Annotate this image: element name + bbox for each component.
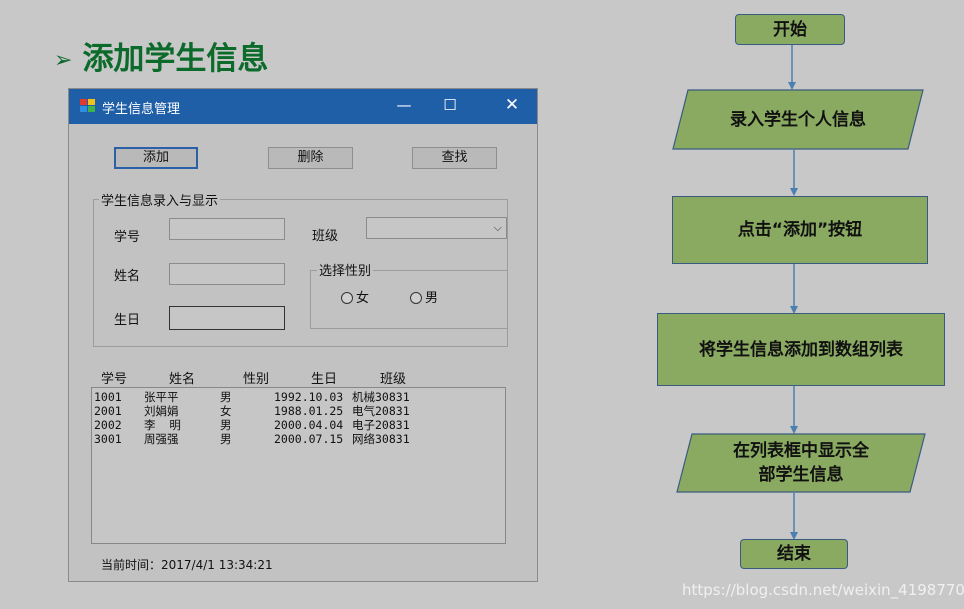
flow-add-to-array-node: 将学生信息添加到数组列表: [657, 313, 945, 386]
flow-end-node: 结束: [740, 539, 848, 569]
flow-display-node: 在列表框中显示全 部学生信息: [676, 433, 926, 493]
flow-input-node: 录入学生个人信息: [672, 89, 924, 150]
flow-display-text: 在列表框中显示全 部学生信息: [676, 433, 926, 493]
flow-display-line1: 在列表框中显示全: [733, 441, 869, 461]
flow-start-node: 开始: [735, 14, 845, 45]
flow-click-add-node: 点击“添加”按钮: [672, 196, 928, 264]
flow-input-text: 录入学生个人信息: [730, 109, 866, 130]
flow-display-line2: 部学生信息: [758, 465, 844, 485]
watermark: https://blog.csdn.net/weixin_41987706: [682, 581, 964, 599]
